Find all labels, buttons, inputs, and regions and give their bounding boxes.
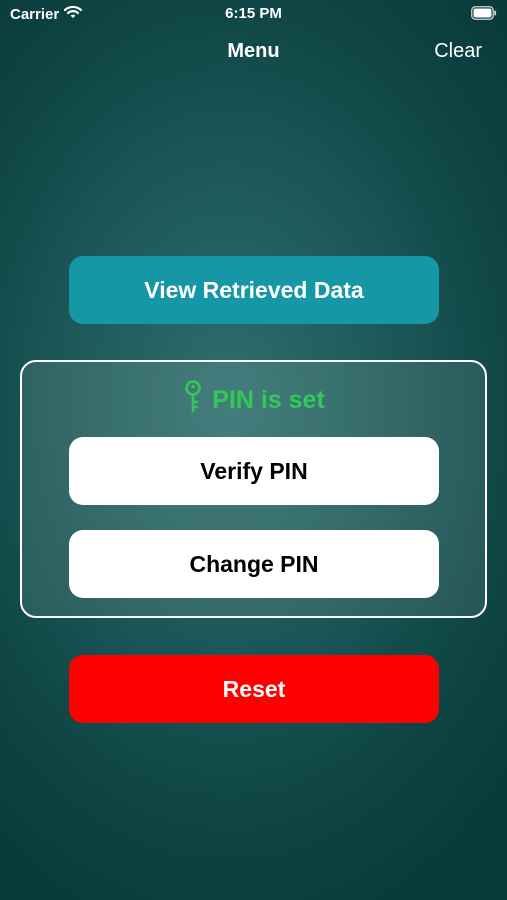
view-retrieved-data-button[interactable]: View Retrieved Data [69, 256, 439, 324]
battery-icon [471, 6, 497, 20]
navigation-bar: Menu Clear [0, 36, 507, 70]
change-pin-button[interactable]: Change PIN [69, 530, 439, 598]
pin-status: PIN is set [0, 379, 507, 421]
status-time: 6:15 PM [225, 5, 282, 22]
verify-pin-button[interactable]: Verify PIN [69, 437, 439, 505]
page-title: Menu [227, 40, 280, 62]
reset-button[interactable]: Reset [69, 655, 439, 723]
clear-button[interactable]: Clear [434, 40, 482, 63]
pin-status-label: PIN is set [212, 385, 325, 414]
key-icon [182, 379, 204, 421]
status-bar: Carrier 6:15 PM [0, 0, 507, 30]
